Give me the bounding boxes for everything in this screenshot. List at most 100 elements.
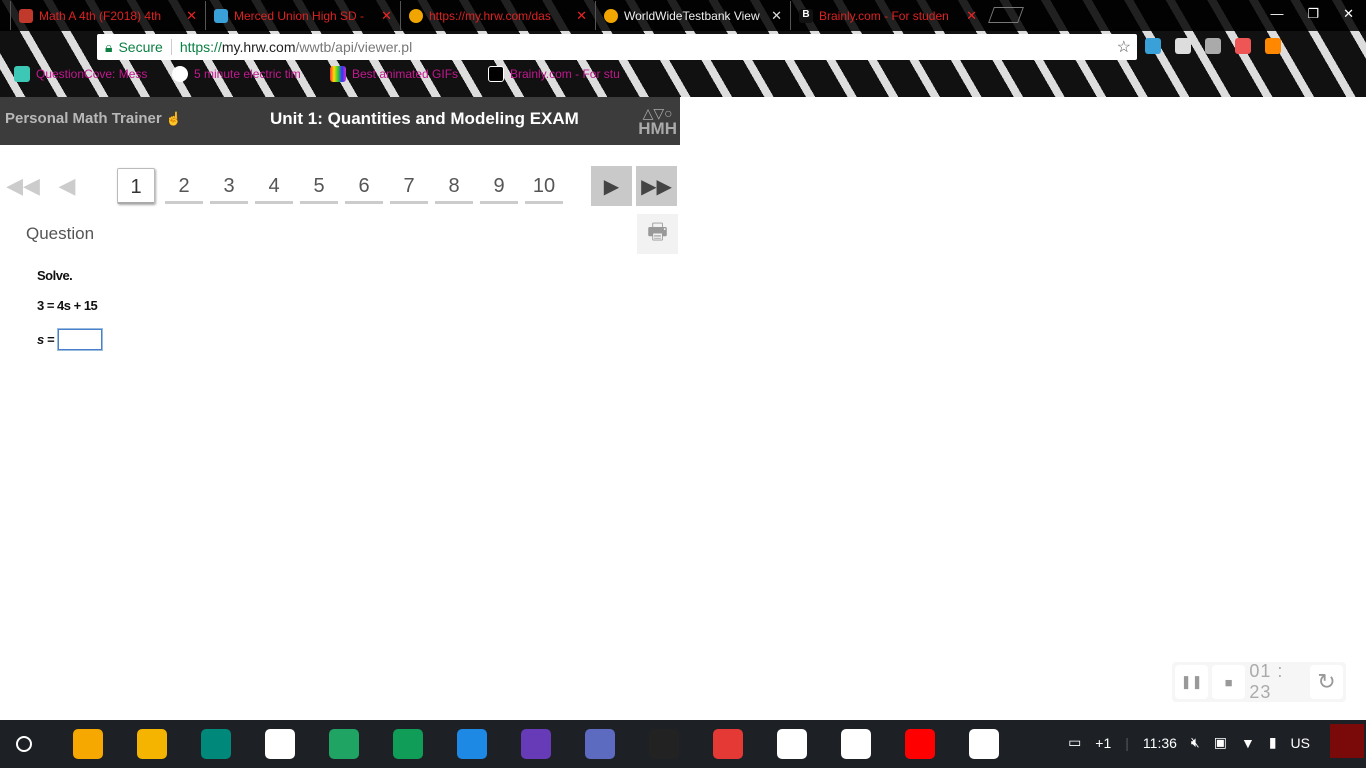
shelf-app-icon[interactable] — [73, 729, 103, 759]
url-path: /wwtb/api/viewer.pl — [295, 39, 413, 55]
shelf-app-icon[interactable] — [521, 729, 551, 759]
launcher-icon[interactable] — [16, 736, 32, 752]
answer-input[interactable] — [57, 328, 103, 351]
restart-button[interactable]: ↻ — [1309, 665, 1344, 699]
page-3[interactable]: 3 — [210, 168, 248, 204]
previous-question-icon[interactable]: ◀ — [46, 166, 88, 206]
close-tab-icon[interactable]: ✕ — [186, 8, 197, 24]
stop-button[interactable]: ■ — [1212, 665, 1246, 699]
exam-title: Unit 1: Quantities and Modeling EXAM — [270, 109, 579, 128]
keyboard-locale: US — [1290, 734, 1310, 751]
page-6[interactable]: 6 — [345, 168, 383, 204]
bookmark-label: QuestionCove: Mess — [36, 67, 148, 81]
close-tab-icon[interactable]: ✕ — [576, 8, 587, 24]
tab-merced[interactable]: Merced Union High SD - ✕ — [205, 1, 400, 30]
url-host: my.hrw.com — [221, 39, 296, 55]
maximize-icon[interactable]: ❐ — [1307, 6, 1319, 22]
tab-title: Math A 4th (F2018) 4th — [39, 8, 162, 23]
extensions — [1145, 38, 1281, 54]
shelf-app-icon[interactable] — [137, 729, 167, 759]
close-tab-icon[interactable]: ✕ — [771, 8, 782, 24]
page-9[interactable]: 9 — [480, 168, 518, 204]
user-avatar[interactable] — [1330, 724, 1364, 758]
extension-icon[interactable] — [1205, 38, 1221, 54]
secure-label: Secure — [118, 39, 172, 55]
bookmark-label: Brainly.com - For stu — [510, 67, 620, 81]
fast-forward-icon: ▶▶ — [641, 175, 672, 198]
bookmark-brainly[interactable]: Brainly.com - For stu — [488, 66, 628, 82]
browser-chrome: Math A 4th (F2018) 4th ✕ Merced Union Hig… — [0, 0, 1366, 97]
shelf-app-icon[interactable] — [649, 729, 679, 759]
os-shelf: ▭ +1 | 11:36 🔇︎ ▣ ▼ ▮ US — [0, 720, 1366, 768]
shelf-app-icon[interactable] — [201, 729, 231, 759]
page-4[interactable]: 4 — [255, 168, 293, 204]
pause-button[interactable]: ❚❚ — [1175, 665, 1209, 699]
shelf-app-icon[interactable] — [457, 729, 487, 759]
extension-icon[interactable] — [1175, 38, 1191, 54]
page-5[interactable]: 5 — [300, 168, 338, 204]
tab-worldwidetestbank[interactable]: WorldWideTestbank View ✕ — [595, 1, 790, 30]
bookmarks-bar: QuestionCove: Mess 5 minute electric tim… — [14, 66, 628, 82]
shelf-app-icon[interactable] — [905, 729, 935, 759]
page-10[interactable]: 10 — [525, 168, 563, 204]
gif-icon — [330, 66, 346, 82]
clock: 11:36 — [1142, 734, 1177, 751]
tab-title: Merced Union High SD - — [234, 8, 365, 23]
address-bar[interactable]: 🔒︎ Secure https://my.hrw.com/wwtb/api/vi… — [97, 34, 1137, 60]
tab-hrw-dashboard[interactable]: https://my.hrw.com/das ✕ — [400, 1, 595, 30]
bookmark-gifs[interactable]: Best animated GIFs — [330, 66, 470, 82]
window-controls: — ❐ ✕ — [1270, 6, 1354, 22]
shelf-app-icon[interactable] — [585, 729, 615, 759]
app-name: Personal Math Trainer ☝ — [5, 110, 182, 127]
next-question-button[interactable]: ▶ — [591, 166, 632, 206]
page-2[interactable]: 2 — [165, 168, 203, 204]
questioncove-icon — [14, 66, 30, 82]
shelf-app-icon[interactable] — [265, 729, 295, 759]
muted-icon: 🔇︎ — [1190, 734, 1200, 750]
close-tab-icon[interactable]: ✕ — [381, 8, 392, 24]
cast-icon: ▣ — [1213, 734, 1227, 750]
shelf-app-icon[interactable] — [713, 729, 743, 759]
bookmark-timer[interactable]: 5 minute electric tim — [172, 66, 312, 82]
question-equation: 3 = 4s + 15 — [37, 298, 98, 313]
brainly-favicon-icon: B — [799, 8, 813, 23]
page-8[interactable]: 8 — [435, 168, 473, 204]
screen-recorder: ❚❚ ■ 01 : 23 ↻ — [1172, 661, 1346, 702]
hand-pointer-icon: ☝ — [165, 111, 183, 126]
hmh-logo: △▽○ HMH — [638, 105, 677, 137]
page-7[interactable]: 7 — [390, 168, 428, 204]
app-name-text: Personal Math Trainer — [5, 110, 162, 127]
minimize-icon[interactable]: — — [1270, 6, 1283, 22]
logo-text: HMH — [638, 119, 677, 138]
close-window-icon[interactable]: ✕ — [1343, 6, 1354, 22]
url-scheme: https:// — [179, 39, 222, 55]
close-tab-icon[interactable]: ✕ — [966, 8, 977, 24]
page-1[interactable]: 1 — [117, 168, 155, 204]
shelf-app-icon[interactable] — [777, 729, 807, 759]
cloud-extension-icon[interactable] — [1145, 38, 1161, 54]
printer-icon: 🖶 — [647, 219, 668, 244]
last-question-button[interactable]: ▶▶ — [636, 166, 677, 206]
rec-extension-icon[interactable] — [1235, 38, 1251, 54]
brainly-icon — [488, 66, 504, 82]
hrw-favicon-icon — [604, 8, 618, 23]
tab-brainly[interactable]: B Brainly.com - For studen ✕ — [790, 1, 985, 30]
shelf-app-icon[interactable] — [329, 729, 359, 759]
tab-math-a[interactable]: Math A 4th (F2018) 4th ✕ — [10, 1, 205, 30]
notification-count: +1 — [1095, 734, 1112, 751]
shelf-app-icon[interactable] — [393, 729, 423, 759]
print-button[interactable]: 🖶 — [637, 214, 678, 254]
question-heading: Question — [26, 224, 95, 243]
first-question-icon[interactable]: ◀◀ — [2, 166, 44, 206]
system-tray[interactable]: ▭ +1 | 11:36 🔇︎ ▣ ▼ ▮ US — [1068, 734, 1310, 751]
fox-extension-icon[interactable] — [1265, 38, 1281, 54]
new-tab-button[interactable] — [988, 7, 1024, 23]
shelf-app-icon[interactable] — [969, 729, 999, 759]
classroom-favicon-icon — [19, 8, 33, 23]
tab-strip: Math A 4th (F2018) 4th ✕ Merced Union Hig… — [0, 0, 1366, 31]
bookmark-star-icon[interactable]: ☆ — [1117, 37, 1131, 57]
wifi-icon: ▼ — [1240, 734, 1255, 751]
bookmark-questioncove[interactable]: QuestionCove: Mess — [14, 66, 154, 82]
shelf-app-icon[interactable] — [841, 729, 871, 759]
play-icon: ▶ — [603, 175, 620, 198]
